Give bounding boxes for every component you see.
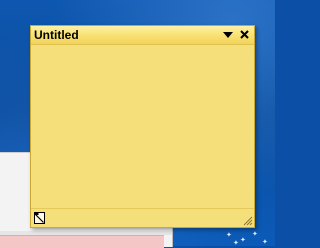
note-titlebar[interactable]: Untitled: [31, 26, 254, 45]
sticky-note-window[interactable]: Untitled: [30, 25, 255, 228]
note-text-area[interactable]: [31, 45, 254, 209]
note-menu-button[interactable]: [222, 29, 234, 41]
resize-grip-icon[interactable]: [241, 214, 253, 226]
close-icon: [240, 30, 249, 39]
sparkle-decoration: ✦: [226, 231, 232, 239]
sparkle-decoration: ✦: [240, 236, 246, 244]
triangle-down-icon: [223, 32, 233, 38]
note-close-button[interactable]: [238, 28, 251, 41]
note-pin-icon[interactable]: [34, 212, 45, 224]
sparkle-decoration: ✦: [262, 238, 268, 246]
note-title: Untitled: [34, 28, 79, 42]
sparkle-decoration: ✦: [252, 230, 258, 238]
note-footer: [31, 208, 254, 227]
background-window-strip: [0, 235, 164, 248]
